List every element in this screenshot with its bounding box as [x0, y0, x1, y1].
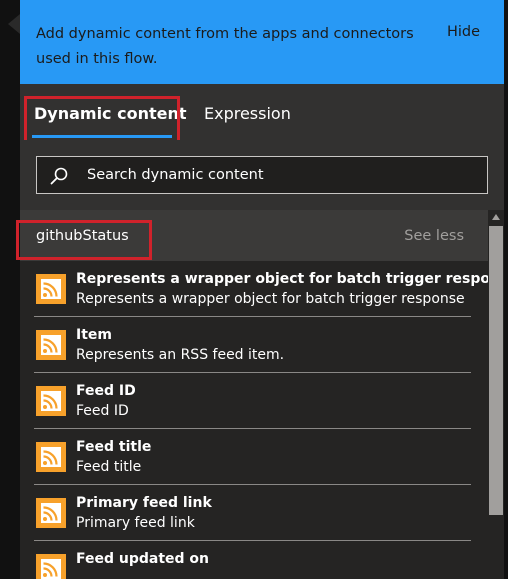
- item-title: Feed ID: [76, 383, 136, 399]
- search-icon: [50, 167, 68, 185]
- left-strip: [0, 0, 20, 579]
- list-item[interactable]: Item Represents an RSS feed item.: [20, 317, 488, 373]
- item-title: Primary feed link: [76, 495, 212, 511]
- rss-icon: [36, 498, 66, 528]
- item-description: Represents an RSS feed item.: [76, 347, 285, 363]
- rss-icon: [36, 442, 66, 472]
- tab-expression[interactable]: Expression: [204, 104, 291, 123]
- item-description: Represents a wrapper object for batch tr…: [76, 291, 465, 307]
- rss-icon: [36, 554, 66, 579]
- search-area: [20, 140, 504, 210]
- highlight-box-tab: [24, 96, 180, 144]
- item-description: Feed title: [76, 459, 142, 475]
- banner-text: Add dynamic content from the apps and co…: [36, 26, 414, 67]
- list-item[interactable]: Primary feed link Primary feed link: [20, 485, 488, 541]
- rss-icon: [36, 274, 66, 304]
- callout-pointer: [8, 14, 20, 34]
- item-description: Feed ID: [76, 403, 129, 419]
- search-box[interactable]: [36, 156, 488, 194]
- search-input[interactable]: [87, 157, 467, 193]
- dynamic-content-list: Represents a wrapper object for batch tr…: [20, 261, 488, 579]
- highlight-box-section: [16, 220, 152, 260]
- list-item[interactable]: Feed ID Feed ID: [20, 373, 488, 429]
- item-title: Represents a wrapper object for batch tr…: [76, 271, 488, 287]
- list-item[interactable]: Feed updated on: [20, 541, 488, 579]
- scrollbar-thumb[interactable]: [489, 226, 503, 515]
- dynamic-content-panel: Add dynamic content from the apps and co…: [16, 0, 504, 579]
- rss-icon: [36, 330, 66, 360]
- hide-button[interactable]: Hide: [447, 24, 480, 40]
- item-title: Feed updated on: [76, 551, 210, 567]
- rss-icon: [36, 386, 66, 416]
- right-edge: [504, 0, 508, 579]
- see-less-button[interactable]: See less: [404, 228, 464, 244]
- list-item[interactable]: Feed title Feed title: [20, 429, 488, 485]
- item-description: Primary feed link: [76, 515, 195, 531]
- item-title: Feed title: [76, 439, 152, 455]
- info-banner: Add dynamic content from the apps and co…: [20, 0, 504, 84]
- scroll-up-arrow-icon[interactable]: [492, 214, 500, 220]
- scrollbar[interactable]: [488, 210, 504, 579]
- list-item[interactable]: Represents a wrapper object for batch tr…: [20, 261, 488, 317]
- item-title: Item: [76, 327, 112, 343]
